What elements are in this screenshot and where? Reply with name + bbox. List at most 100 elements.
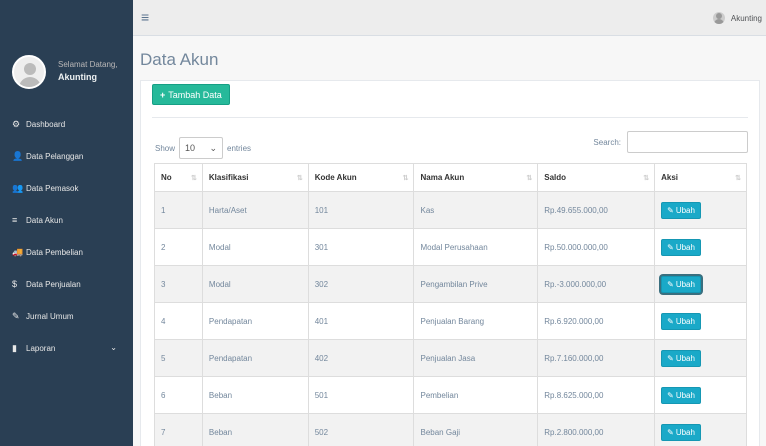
sidebar-menu: ⚙ Dashboard 👤 Data Pelanggan 👥 Data Pemasok… xyxy=(0,108,133,364)
cell-no: 4 xyxy=(154,302,203,340)
cell-aksi: ✎ Ubah xyxy=(654,265,747,303)
sidebar-item-label: Data Pelanggan xyxy=(26,151,84,161)
cell-no: 7 xyxy=(154,413,203,446)
avatar xyxy=(12,55,46,89)
table-row: 3 Modal 302 Pengambilan Prive Rp.-3.000.… xyxy=(154,265,747,303)
cell-aksi: ✎ Ubah xyxy=(654,228,747,266)
sort-icon: ⇅ xyxy=(402,175,409,182)
edit-button[interactable]: ✎ Ubah xyxy=(661,275,701,293)
edit-label: Ubah xyxy=(675,242,695,252)
column-header-nama-akun[interactable]: Nama Akun ⇅ xyxy=(413,163,539,192)
cell-saldo: Rp.49.655.000,00 xyxy=(537,191,656,229)
sidebar-item-data-pembelian[interactable]: 🚚 Data Pembelian xyxy=(0,236,133,268)
column-header-kode-akun[interactable]: Kode Akun ⇅ xyxy=(307,163,415,192)
cell-nama-akun: Pengambilan Prive xyxy=(413,265,539,303)
search-input[interactable] xyxy=(627,131,748,153)
cell-kode-akun: 301 xyxy=(307,228,415,266)
table-row: 7 Beban 502 Beban Gaji Rp.2.800.000,00 ✎… xyxy=(154,413,747,446)
pencil-icon: ✎ xyxy=(667,316,674,326)
sidebar-item-data-pemasok[interactable]: 👥 Data Pemasok xyxy=(0,172,133,204)
dashboard-icon: ⚙ xyxy=(12,118,21,129)
cell-aksi: ✎ Ubah xyxy=(654,302,747,340)
welcome-text: Selamat Datang, xyxy=(58,60,118,69)
edit-button[interactable]: ✎ Ubah xyxy=(661,423,701,441)
cell-aksi: ✎ Ubah xyxy=(654,376,747,414)
column-header-saldo[interactable]: Saldo ⇅ xyxy=(537,163,656,192)
column-header-aksi[interactable]: Aksi ⇅ xyxy=(654,163,747,192)
sidebar-item-data-penjualan[interactable]: $ Data Penjualan xyxy=(0,268,133,300)
cell-saldo: Rp.-3.000.000,00 xyxy=(537,265,656,303)
users-icon: 👥 xyxy=(12,182,24,193)
cell-klasifikasi: Pendapatan xyxy=(201,339,309,377)
cell-saldo: Rp.50.000.000,00 xyxy=(537,228,656,266)
cell-nama-akun: Kas xyxy=(413,191,539,229)
user-menu-label: Akunting xyxy=(730,13,762,23)
cell-nama-akun: Penjualan Barang xyxy=(413,302,539,340)
chevron-down-icon: ⌄ xyxy=(110,343,117,352)
edit-button[interactable]: ✎ Ubah xyxy=(661,201,701,219)
profile: Selamat Datang, Akunting xyxy=(0,40,133,110)
edit-button[interactable]: ✎ Ubah xyxy=(661,386,701,404)
file-icon: ▮ xyxy=(12,342,17,353)
cell-kode-akun: 302 xyxy=(307,265,415,303)
edit-label: Ubah xyxy=(675,390,695,400)
avatar xyxy=(712,12,725,24)
sidebar-item-data-pelanggan[interactable]: 👤 Data Pelanggan xyxy=(0,140,133,172)
sort-icon: ⇅ xyxy=(296,175,303,182)
cell-nama-akun: Penjualan Jasa xyxy=(413,339,539,377)
cell-aksi: ✎ Ubah xyxy=(654,191,747,229)
entries-value: 10 xyxy=(185,143,196,153)
cell-aksi: ✎ Ubah xyxy=(654,413,747,446)
pencil-icon: ✎ xyxy=(667,390,674,400)
sidebar-item-label: Jurnal Umum xyxy=(26,311,74,321)
edit-button[interactable]: ✎ Ubah xyxy=(661,349,701,367)
sidebar-item-laporan[interactable]: ▮ Laporan ⌄ xyxy=(0,332,133,364)
add-data-label: Tambah Data xyxy=(168,89,222,100)
edit-button[interactable]: ✎ Ubah xyxy=(661,312,701,330)
page-title: Data Akun xyxy=(140,50,219,69)
sidebar-item-label: Laporan xyxy=(26,343,56,353)
sidebar-item-dashboard[interactable]: ⚙ Dashboard xyxy=(0,108,133,140)
cell-kode-akun: 401 xyxy=(307,302,415,340)
add-data-button[interactable]: + Tambah Data xyxy=(152,84,230,105)
column-header-klasifikasi[interactable]: Klasifikasi ⇅ xyxy=(201,163,309,192)
table-row: 2 Modal 301 Modal Perusahaan Rp.50.000.0… xyxy=(154,228,747,266)
cell-nama-akun: Beban Gaji xyxy=(413,413,539,446)
edit-label: Ubah xyxy=(675,279,695,289)
cell-no: 3 xyxy=(154,265,203,303)
entries-select[interactable]: 10 ⌄ xyxy=(179,137,224,159)
cell-saldo: Rp.6.920.000,00 xyxy=(537,302,656,340)
menu-toggle-icon[interactable]: ≡ xyxy=(141,9,149,25)
table-row: 5 Pendapatan 402 Penjualan Jasa Rp.7.160… xyxy=(154,339,747,377)
truck-icon: 🚚 xyxy=(12,246,24,257)
sidebar-header xyxy=(0,0,133,40)
edit-label: Ubah xyxy=(675,427,695,437)
edit-icon: ✎ xyxy=(12,310,20,321)
table-header-row: No ⇅ Klasifikasi ⇅ Kode Akun ⇅ Nama Akun ⇅ S… xyxy=(154,163,747,192)
cell-klasifikasi: Modal xyxy=(201,265,309,303)
plus-icon: + xyxy=(160,89,166,100)
show-label: Show xyxy=(155,143,176,153)
cell-kode-akun: 502 xyxy=(307,413,415,446)
username: Akunting xyxy=(58,72,97,82)
dollar-icon: $ xyxy=(12,279,18,289)
cell-saldo: Rp.2.800.000,00 xyxy=(537,413,656,446)
cell-aksi: ✎ Ubah xyxy=(654,339,747,377)
top-nav: ≡ Akunting xyxy=(133,0,766,36)
column-header-no[interactable]: No ⇅ xyxy=(154,163,203,192)
cell-saldo: Rp.8.625.000,00 xyxy=(537,376,656,414)
cell-klasifikasi: Beban xyxy=(201,413,309,446)
cell-klasifikasi: Modal xyxy=(201,228,309,266)
user-menu[interactable]: Akunting xyxy=(712,12,762,24)
search-label: Search: xyxy=(593,137,621,147)
sidebar: Selamat Datang, Akunting ⚙ Dashboard 👤 Dat… xyxy=(0,0,133,446)
cell-kode-akun: 501 xyxy=(307,376,415,414)
pencil-icon: ✎ xyxy=(667,427,674,437)
sidebar-item-data-akun[interactable]: ≡ Data Akun xyxy=(0,204,133,236)
pencil-icon: ✎ xyxy=(667,242,674,252)
divider xyxy=(152,117,748,118)
edit-button[interactable]: ✎ Ubah xyxy=(661,238,701,256)
list-icon: ≡ xyxy=(12,215,18,225)
sidebar-item-jurnal-umum[interactable]: ✎ Jurnal Umum xyxy=(0,300,133,332)
pencil-icon: ✎ xyxy=(667,279,674,289)
